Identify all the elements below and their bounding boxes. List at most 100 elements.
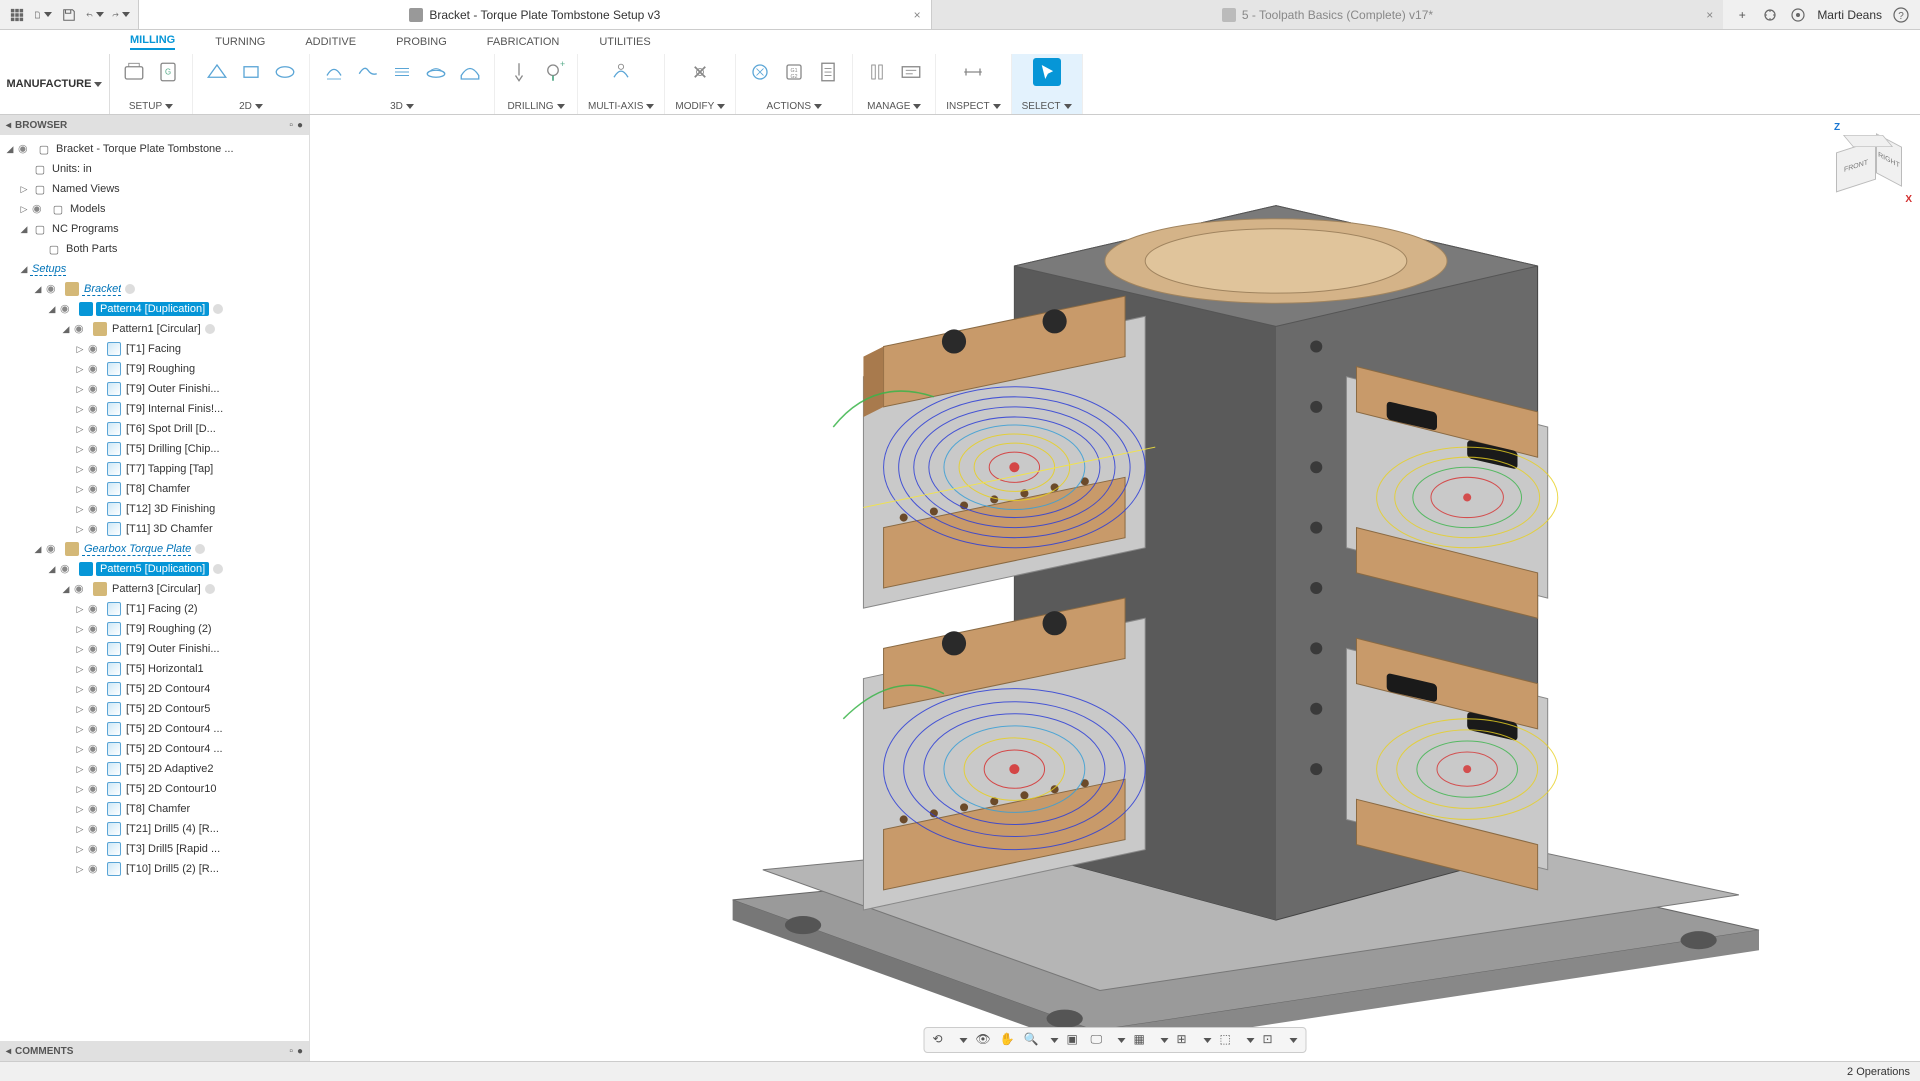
orbit-icon[interactable]: ⟲ — [933, 1032, 949, 1048]
setup-sheet-icon[interactable] — [814, 58, 842, 86]
tree-op[interactable]: ▷◉[T5] 2D Contour10 — [0, 779, 309, 799]
expander-icon[interactable]: ▷ — [74, 724, 86, 735]
visibility-icon[interactable]: ◉ — [88, 462, 102, 476]
tree-pattern4[interactable]: ◢◉Pattern4 [Duplication] — [0, 299, 309, 319]
expander-icon[interactable]: ▷ — [74, 524, 86, 535]
tree-op[interactable]: ▷◉[T9] Internal Finis!... — [0, 399, 309, 419]
collapse-icon[interactable]: ● — [297, 1046, 303, 1057]
expander-icon[interactable]: ◢ — [46, 564, 58, 575]
tree-op[interactable]: ▷◉[T5] Horizontal1 — [0, 659, 309, 679]
visibility-icon[interactable]: ◉ — [88, 382, 102, 396]
browser-tree[interactable]: ◢◉▢Bracket - Torque Plate Tombstone ... ▢… — [0, 135, 309, 1041]
viewcube[interactable]: Z FRONT RIGHT X — [1830, 130, 1900, 200]
expander-icon[interactable]: ▷ — [18, 184, 30, 195]
viewcube-front[interactable]: FRONT — [1836, 140, 1876, 193]
tree-op[interactable]: ▷◉[T5] 2D Adaptive2 — [0, 759, 309, 779]
visibility-icon[interactable]: ◉ — [88, 722, 102, 736]
expander-icon[interactable]: ▷ — [74, 804, 86, 815]
expander-icon[interactable]: ◢ — [60, 324, 72, 335]
tree-op[interactable]: ▷◉[T11] 3D Chamfer — [0, 519, 309, 539]
tree-op[interactable]: ▷◉[T1] Facing (2) — [0, 599, 309, 619]
expander-icon[interactable]: ◢ — [4, 144, 16, 155]
visibility-icon[interactable]: ◉ — [88, 522, 102, 536]
expander-icon[interactable]: ◢ — [18, 264, 30, 275]
2d-icon-3[interactable] — [271, 58, 299, 86]
ribbon-tab-utilities[interactable]: UTILITIES — [599, 36, 650, 48]
tree-gearbox[interactable]: ◢◉Gearbox Torque Plate — [0, 539, 309, 559]
setup-icon[interactable] — [120, 58, 148, 86]
visibility-icon[interactable]: ◉ — [88, 422, 102, 436]
tree-root[interactable]: ◢◉▢Bracket - Torque Plate Tombstone ... — [0, 139, 309, 159]
expander-icon[interactable]: ▷ — [74, 384, 86, 395]
select-icon[interactable] — [1033, 58, 1061, 86]
save-icon[interactable] — [60, 6, 78, 24]
visibility-icon[interactable]: ◉ — [88, 402, 102, 416]
expander-icon[interactable]: ◢ — [60, 584, 72, 595]
3d-icon-2[interactable] — [354, 58, 382, 86]
undo-icon[interactable] — [86, 6, 104, 24]
tree-named-views[interactable]: ▷▢Named Views — [0, 179, 309, 199]
visibility-icon[interactable]: ◉ — [88, 682, 102, 696]
visibility-icon[interactable]: ◉ — [88, 502, 102, 516]
visibility-icon[interactable]: ◉ — [74, 322, 88, 336]
tree-op[interactable]: ▷◉[T5] 2D Contour4 ... — [0, 739, 309, 759]
modify-icon[interactable] — [686, 58, 714, 86]
expander-icon[interactable]: ▷ — [74, 864, 86, 875]
expander-icon[interactable]: ▷ — [74, 744, 86, 755]
expander-icon[interactable]: ◢ — [18, 224, 30, 235]
extensions-icon[interactable] — [1761, 6, 1779, 24]
drilling-icon-2[interactable]: + — [539, 58, 567, 86]
visibility-icon[interactable]: ◉ — [18, 142, 32, 156]
look-icon[interactable]: 👁 — [976, 1032, 992, 1048]
expander-icon[interactable]: ◢ — [32, 284, 44, 295]
visibility-icon[interactable]: ◉ — [88, 662, 102, 676]
tree-op[interactable]: ▷◉[T9] Outer Finishi... — [0, 639, 309, 659]
tree-op[interactable]: ▷◉[T9] Roughing — [0, 359, 309, 379]
workspace-selector[interactable]: MANUFACTURE — [0, 54, 110, 114]
visibility-icon[interactable]: ◉ — [46, 282, 60, 296]
tree-models[interactable]: ▷◉▢Models — [0, 199, 309, 219]
tree-op[interactable]: ▷◉[T3] Drill5 [Rapid ... — [0, 839, 309, 859]
postprocess-icon[interactable]: G1G2 — [780, 58, 808, 86]
expander-icon[interactable]: ◢ — [46, 304, 58, 315]
3d-icon-4[interactable] — [422, 58, 450, 86]
tree-op[interactable]: ▷◉[T7] Tapping [Tap] — [0, 459, 309, 479]
visibility-icon[interactable]: ◉ — [88, 822, 102, 836]
expander-icon[interactable]: ▷ — [74, 664, 86, 675]
visibility-icon[interactable]: ◉ — [88, 342, 102, 356]
viewcube-top[interactable] — [1843, 135, 1893, 147]
3d-icon-5[interactable] — [456, 58, 484, 86]
visibility-icon[interactable]: ◉ — [88, 622, 102, 636]
snap-icon[interactable]: ⬚ — [1220, 1032, 1236, 1048]
expander-icon[interactable]: ▷ — [74, 624, 86, 635]
tree-op[interactable]: ▷◉[T5] Drilling [Chip... — [0, 439, 309, 459]
ribbon-tab-fabrication[interactable]: FABRICATION — [487, 36, 560, 48]
expander-icon[interactable]: ▷ — [74, 844, 86, 855]
generate-icon[interactable] — [746, 58, 774, 86]
expander-icon[interactable]: ▷ — [74, 764, 86, 775]
fit-icon[interactable]: ▣ — [1067, 1032, 1083, 1048]
document-tab-2[interactable]: 5 - Toolpath Basics (Complete) v17* × — [931, 0, 1724, 29]
expander-icon[interactable]: ▷ — [74, 824, 86, 835]
visibility-icon[interactable]: ◉ — [32, 202, 46, 216]
display-icon[interactable]: 🖵 — [1091, 1032, 1107, 1048]
pin-icon[interactable]: ▫ — [289, 1046, 293, 1057]
visibility-icon[interactable]: ◉ — [60, 562, 74, 576]
ribbon-tab-probing[interactable]: PROBING — [396, 36, 447, 48]
tree-pattern5[interactable]: ◢◉Pattern5 [Duplication] — [0, 559, 309, 579]
expander-icon[interactable]: ▷ — [74, 684, 86, 695]
expander-icon[interactable]: ▷ — [74, 344, 86, 355]
tree-bracket[interactable]: ◢◉Bracket — [0, 279, 309, 299]
expander-icon[interactable]: ▷ — [74, 504, 86, 515]
pan-icon[interactable]: ✋ — [1000, 1032, 1016, 1048]
3d-icon-3[interactable] — [388, 58, 416, 86]
new-file-icon[interactable] — [34, 6, 52, 24]
tree-pattern1[interactable]: ◢◉Pattern1 [Circular] — [0, 319, 309, 339]
expander-icon[interactable]: ◢ — [32, 544, 44, 555]
tree-op[interactable]: ▷◉[T9] Outer Finishi... — [0, 379, 309, 399]
tree-both-parts[interactable]: ▢Both Parts — [0, 239, 309, 259]
visibility-icon[interactable]: ◉ — [88, 442, 102, 456]
tree-op[interactable]: ▷◉[T5] 2D Contour4 — [0, 679, 309, 699]
measure-icon[interactable] — [959, 58, 987, 86]
tree-op[interactable]: ▷◉[T12] 3D Finishing — [0, 499, 309, 519]
